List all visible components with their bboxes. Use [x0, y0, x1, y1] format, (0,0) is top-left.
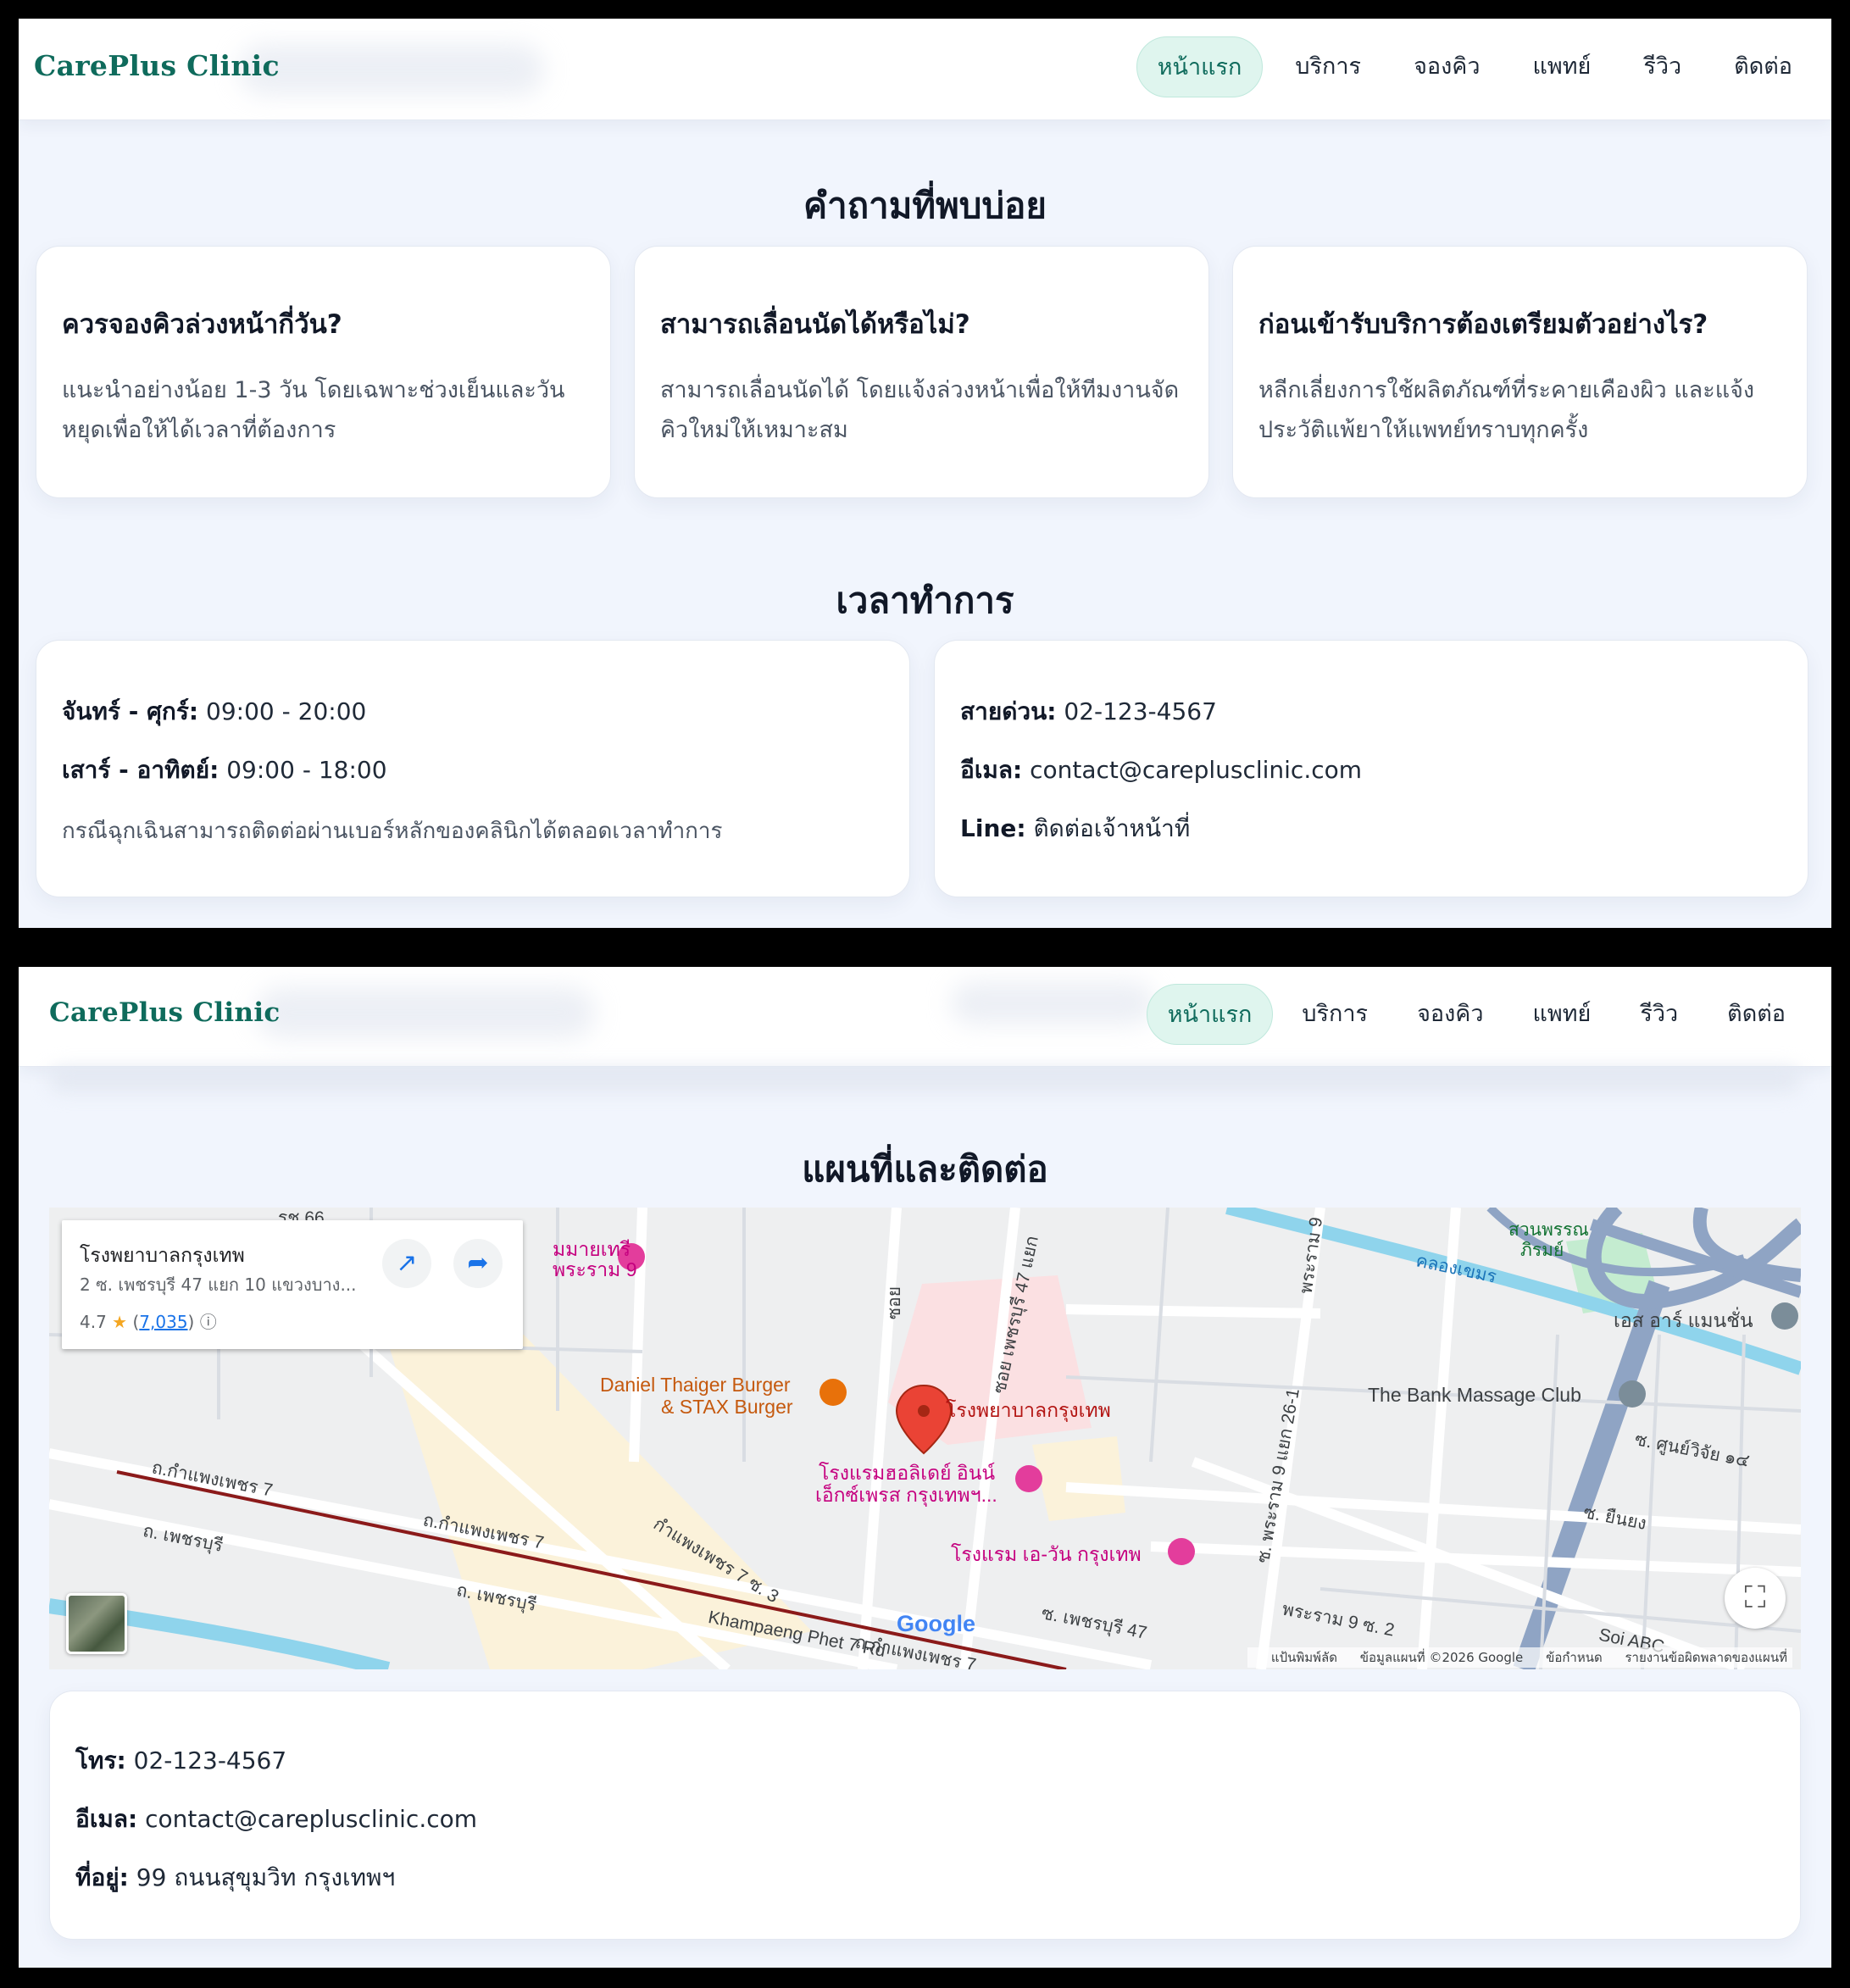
map-label-hotel: โรงแรม เอ-วัน กรุงเทพ: [951, 1543, 1142, 1565]
blurred-overlay: [951, 982, 1154, 1025]
faq-question: สามารถเลื่อนนัดได้หรือไม่?: [660, 309, 970, 340]
line-contact: Line: ติดต่อเจ้าหน้าที่: [960, 814, 1191, 842]
blurred-overlay: [239, 44, 544, 95]
hours-card: จันทร์ - ศุกร์: 09:00 - 20:00 เสาร์ - อา…: [36, 640, 910, 897]
review-count-link[interactable]: 7,035: [139, 1312, 187, 1332]
hotline-card: สายด่วน: 02-123-4567 อีเมล: contact@care…: [934, 640, 1808, 897]
top-navbar: CarePlus Clinic หน้าแรก บริการ จองคิว แพ…: [19, 19, 1831, 120]
nav-doctors[interactable]: แพทย์: [1513, 36, 1612, 97]
hours-title: เวลาทำการ: [836, 580, 1014, 621]
faq-card: ก่อนเข้ารับบริการต้องเตรียมตัวอย่างไร? ห…: [1232, 246, 1808, 498]
nav-booking[interactable]: จองคิว: [1393, 36, 1500, 97]
faq-question: ควรจองคิวล่วงหน้ากี่วัน?: [62, 309, 342, 340]
place-rating: 4.7 ★ (7,035) ⓘ: [80, 1312, 217, 1332]
screenshot-faq-hours: CarePlus Clinic หน้าแรก บริการ จองคิว แพ…: [19, 19, 1831, 928]
map-contact-title: แผนที่และติดต่อ: [802, 1148, 1048, 1190]
nav-reviews[interactable]: รีวิว: [1619, 984, 1698, 1045]
nav-links: หน้าแรก บริการ จองคิว แพทย์ รีวิว ติดต่อ: [1136, 36, 1813, 97]
place-address: 2 ซ. เพชรบุรี 47 แยก 10 แขวงบาง...: [80, 1274, 357, 1295]
nav-links: หน้าแรก บริการ จองคิว แพทย์ รีวิว ติดต่อ: [1146, 984, 1806, 1045]
faq-card: ควรจองคิวล่วงหน้ากี่วัน? แนะนำอย่างน้อย …: [36, 246, 611, 498]
map-label-road: ซอย: [885, 1286, 905, 1320]
open-in-maps-icon[interactable]: ↗: [382, 1239, 431, 1288]
faq-title: คำถามที่พบบ่อย: [803, 185, 1047, 226]
keyboard-shortcuts-link[interactable]: แป้นพิมพ์ลัด: [1271, 1650, 1337, 1665]
place-name[interactable]: โรงพยาบาลกรุงเทพ: [80, 1241, 245, 1271]
faq-answer: สามารถเลื่อนนัดได้ โดยแจ้งล่วงหน้าเพื่อใ…: [660, 377, 1180, 443]
faq-question: ก่อนเข้ารับบริการต้องเตรียมตัวอย่างไร?: [1258, 309, 1708, 340]
map-label-burger: & STAX Burger: [661, 1396, 793, 1418]
place-info-card[interactable]: โรงพยาบาลกรุงเทพ 2 ซ. เพชรบุรี 47 แยก 10…: [62, 1220, 523, 1349]
info-icon[interactable]: ⓘ: [200, 1312, 217, 1332]
nav-contact[interactable]: ติดต่อ: [1707, 984, 1806, 1045]
map-data-notice: ข้อมูลแผนที่ ©2026 Google: [1359, 1650, 1524, 1665]
address: ที่อยู่: 99 ถนนสุขุมวิท กรุงเทพฯ: [75, 1863, 396, 1891]
screenshot-map-contact: CarePlus Clinic หน้าแรก บริการ จองคิว แพ…: [19, 967, 1831, 1968]
weekday-hours: จันทร์ - ศุกร์: 09:00 - 20:00: [62, 697, 367, 725]
google-logo: Google: [897, 1611, 975, 1636]
directions-icon[interactable]: ➦: [453, 1239, 503, 1288]
scrolled-card-edge: [49, 1067, 1801, 1092]
google-map[interactable]: โรงพยาบาลกรุงเทพ Daniel Thaiger Burger &…: [49, 1208, 1801, 1669]
contact-card: โทร: 02-123-4567 อีเมล: contact@careplus…: [49, 1691, 1801, 1940]
hotline: สายด่วน: 02-123-4567: [960, 697, 1217, 725]
nav-services[interactable]: บริการ: [1275, 36, 1381, 97]
faq-answer: แนะนำอย่างน้อย 1-3 วัน โดยเฉพาะช่วงเย็นแ…: [62, 377, 565, 443]
star-icon: ★: [112, 1312, 128, 1332]
phone: โทร: 02-123-4567: [75, 1746, 287, 1774]
map-label-mansion: เอส อาร์ แมนชั่น: [1614, 1309, 1753, 1331]
map-label-massage: The Bank Massage Club: [1368, 1384, 1581, 1406]
nav-contact[interactable]: ติดต่อ: [1714, 36, 1813, 97]
nav-booking[interactable]: จองคิว: [1397, 984, 1503, 1045]
nav-home[interactable]: หน้าแรก: [1136, 36, 1264, 97]
faq-card: สามารถเลื่อนนัดได้หรือไม่? สามารถเลื่อนน…: [634, 246, 1209, 498]
nav-doctors[interactable]: แพทย์: [1513, 984, 1612, 1045]
blurred-overlay: [256, 987, 595, 1038]
map-label-hotel: พระราม 9: [553, 1258, 637, 1280]
satellite-toggle[interactable]: [66, 1593, 127, 1654]
map-label-hotel: เอ็กซ์เพรส กรุงเทพฯ...: [815, 1484, 997, 1506]
weekend-hours: เสาร์ - อาทิตย์: 09:00 - 18:00: [62, 756, 387, 784]
nav-services[interactable]: บริการ: [1281, 984, 1388, 1045]
brand-logo[interactable]: CarePlus Clinic: [49, 997, 281, 1028]
nav-home[interactable]: หน้าแรก: [1146, 984, 1274, 1045]
email: อีเมล: contact@careplusclinic.com: [960, 756, 1363, 784]
faq-answer: หลีกเลี่ยงการใช้ผลิตภัณฑ์ที่ระคายเคืองผิ…: [1258, 377, 1755, 443]
terms-link[interactable]: ข้อกำหนด: [1546, 1650, 1603, 1665]
map-attribution: แป้นพิมพ์ลัด ข้อมูลแผนที่ ©2026 Google ข…: [1247, 1647, 1792, 1668]
top-navbar: CarePlus Clinic หน้าแรก บริการ จองคิว แพ…: [19, 967, 1831, 1067]
fullscreen-icon[interactable]: ⛶: [1725, 1568, 1786, 1629]
email: อีเมล: contact@careplusclinic.com: [75, 1805, 478, 1833]
emergency-note: กรณีฉุกเฉินสามารถติดต่อผ่านเบอร์หลักของค…: [62, 819, 723, 844]
brand-logo[interactable]: CarePlus Clinic: [34, 49, 280, 82]
map-label-park: ภิรมย์: [1520, 1241, 1564, 1260]
nav-reviews[interactable]: รีวิว: [1623, 36, 1702, 97]
report-error-link[interactable]: รายงานข้อผิดพลาดของแผนที่: [1625, 1650, 1788, 1665]
map-label-burger: Daniel Thaiger Burger: [600, 1374, 791, 1396]
map-label-hospital: โรงพยาบาลกรุงเทพ: [946, 1399, 1111, 1421]
